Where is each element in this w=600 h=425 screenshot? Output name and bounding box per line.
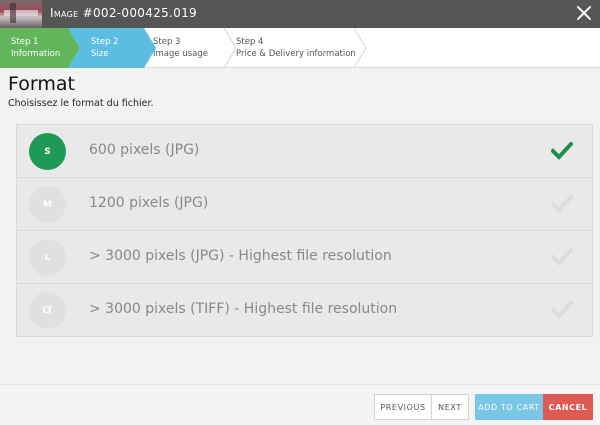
step-3-name: Image usage — [153, 49, 208, 59]
size-badge: L — [29, 239, 66, 276]
page-title: Format — [8, 73, 75, 95]
format-label: 1200 pixels (JPG) — [89, 195, 209, 211]
checkmark-icon — [551, 248, 573, 266]
close-icon — [577, 6, 591, 20]
title-bar: Image #002-000425.019 — [0, 0, 600, 28]
step-2-number: Step 2 — [91, 37, 119, 47]
format-options-list: S 600 pixels (JPG) M 1200 pixels (JPG) L… — [16, 124, 593, 337]
step-1-number: Step 1 — [11, 37, 39, 47]
checkmark-icon — [551, 301, 573, 319]
format-option-m[interactable]: M 1200 pixels (JPG) — [17, 178, 592, 231]
image-thumbnail — [0, 0, 42, 28]
step-1[interactable]: Step 1 Information — [0, 28, 80, 68]
add-to-cart-button[interactable]: ADD TO CART — [475, 394, 543, 420]
step-4-name: Price & Delivery information — [236, 49, 356, 59]
step-1-name: Information — [11, 49, 61, 59]
step-2[interactable]: Step 2 Size — [68, 28, 156, 68]
next-button[interactable]: NEXT — [431, 394, 469, 420]
step-4-number: Step 4 — [236, 37, 264, 47]
cancel-button[interactable]: CANCEL — [543, 394, 593, 420]
steps-bar: Step 1 Information Step 2 Size Step 3 Im… — [0, 28, 600, 68]
format-label: > 3000 pixels (TIFF) - Highest file reso… — [89, 301, 398, 317]
previous-button[interactable]: PREVIOUS — [374, 394, 432, 420]
size-badge: LT — [29, 292, 66, 329]
step-2-name: Size — [91, 49, 109, 59]
format-option-lt[interactable]: LT > 3000 pixels (TIFF) - Highest file r… — [17, 284, 592, 337]
close-button[interactable] — [574, 2, 594, 24]
step-3-number: Step 3 — [153, 37, 181, 47]
format-option-l[interactable]: L > 3000 pixels (JPG) - Highest file res… — [17, 231, 592, 284]
checkmark-icon — [551, 195, 573, 213]
format-option-s[interactable]: S 600 pixels (JPG) — [17, 125, 592, 178]
page-subtitle: Choisissez le format du fichier. — [8, 98, 154, 109]
format-label: > 3000 pixels (JPG) - Highest file resol… — [89, 248, 392, 264]
window-title: Image #002-000425.019 — [50, 6, 197, 20]
size-badge: M — [29, 186, 66, 223]
dialog-footer: PREVIOUS NEXT ADD TO CART CANCEL — [0, 384, 600, 425]
step-4[interactable]: Step 4 Price & Delivery information — [226, 28, 366, 68]
step-3[interactable]: Step 3 Image usage — [144, 28, 236, 68]
format-label: 600 pixels (JPG) — [89, 142, 200, 158]
checkmark-icon — [551, 142, 573, 160]
size-badge: S — [29, 133, 66, 170]
